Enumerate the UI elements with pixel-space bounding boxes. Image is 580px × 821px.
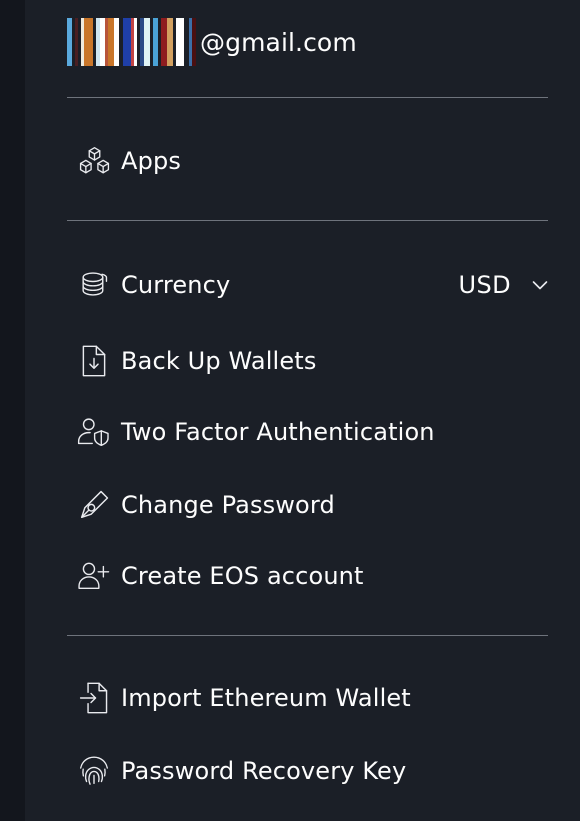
- menu-item-label: Create EOS account: [121, 562, 364, 590]
- pen-nib-icon: [67, 485, 121, 525]
- settings-panel: @gmail.com Apps Currency USD Back Up Wal…: [25, 0, 580, 821]
- file-import-icon: [67, 678, 121, 718]
- menu-item-backup-wallets[interactable]: Back Up Wallets: [67, 335, 563, 387]
- menu-item-apps[interactable]: Apps: [67, 135, 563, 187]
- menu-item-password-recovery-key[interactable]: Password Recovery Key: [67, 745, 563, 797]
- menu-item-label: Currency: [121, 271, 231, 299]
- menu-item-change-password[interactable]: Change Password: [67, 479, 563, 531]
- menu-item-import-ethereum-wallet[interactable]: Import Ethereum Wallet: [67, 672, 563, 724]
- menu-item-two-factor-authentication[interactable]: Two Factor Authentication: [67, 406, 563, 458]
- account-header[interactable]: @gmail.com: [67, 18, 357, 66]
- menu-item-label: Change Password: [121, 491, 335, 519]
- settings-drawer: @gmail.com Apps Currency USD Back Up Wal…: [0, 0, 580, 821]
- menu-item-label: Two Factor Authentication: [121, 418, 435, 446]
- menu-item-label: Password Recovery Key: [121, 757, 407, 785]
- currency-value: USD: [458, 271, 511, 299]
- menu-item-label: Back Up Wallets: [121, 347, 317, 375]
- fingerprint-icon: [67, 751, 121, 791]
- menu-item-currency[interactable]: Currency USD: [67, 259, 563, 311]
- divider-bottom: [67, 635, 548, 636]
- chevron-down-icon[interactable]: [529, 274, 551, 296]
- coins-icon: [67, 265, 121, 305]
- divider-middle: [67, 220, 548, 221]
- masked-email-bar: [84, 18, 93, 66]
- account-email-domain: @gmail.com: [200, 27, 357, 57]
- user-plus-icon: [67, 556, 121, 596]
- menu-item-label: Apps: [121, 147, 181, 175]
- file-download-icon: [67, 341, 121, 381]
- menu-item-create-eos-account[interactable]: Create EOS account: [67, 550, 563, 602]
- masked-email-bar: [123, 18, 131, 66]
- user-shield-icon: [67, 412, 121, 452]
- masked-email-bars: [67, 18, 196, 66]
- drawer-left-edge: [0, 0, 25, 821]
- divider-top: [67, 97, 548, 98]
- cubes-icon: [67, 141, 121, 181]
- menu-item-label: Import Ethereum Wallet: [121, 684, 411, 712]
- masked-email-bar: [192, 18, 196, 66]
- masked-email-bar: [176, 18, 184, 66]
- currency-selector[interactable]: USD: [459, 271, 563, 299]
